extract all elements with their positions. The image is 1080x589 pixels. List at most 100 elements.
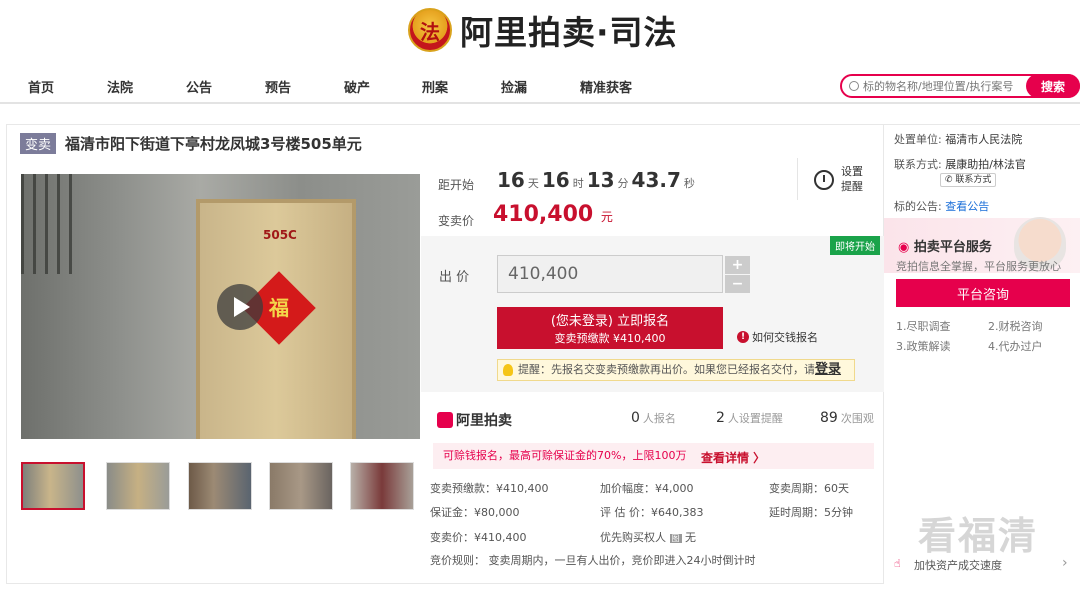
service-subtitle: 竞拍信息全掌握，平台服务更放心 xyxy=(896,260,1061,273)
hours-unit: 时 xyxy=(572,177,584,190)
signup-line1: (您未登录) 立即报名 xyxy=(550,313,670,329)
login-link[interactable]: 登录 xyxy=(815,362,841,377)
increment-info: 加价幅度：¥4,000 xyxy=(600,482,694,495)
service-title: ◉ 拍卖平台服务 xyxy=(898,236,992,255)
view-notice-link[interactable]: 查看公告 xyxy=(945,200,989,213)
alarm-clock-icon xyxy=(814,170,834,190)
site-logo[interactable]: 法 阿里拍卖·司法 xyxy=(408,4,678,56)
reminder-count: 2 人设置提醒 xyxy=(716,410,783,426)
speed-up-banner[interactable]: ☝ 加快资产成交速度 › xyxy=(884,552,1080,578)
valuation-info: 评 估 价：¥640,383 xyxy=(600,506,704,519)
minutes-unit: 分 xyxy=(617,177,629,190)
court-emblem-icon: 法 xyxy=(408,8,452,52)
period-info: 变卖周期：60天 xyxy=(769,482,849,495)
signup-count: 0 人报名 xyxy=(631,410,676,426)
bond-info: 保证金：¥80,000 xyxy=(430,506,520,519)
nav-notice[interactable]: 公告 xyxy=(186,77,212,96)
view-count: 89 次围观 xyxy=(820,410,874,426)
ali-logo-icon xyxy=(437,412,453,428)
countdown-hours: 16 xyxy=(541,168,570,192)
bid-label: 出 价 xyxy=(439,270,470,285)
sale-type-badge: 变卖 xyxy=(20,133,57,154)
nav-criminal[interactable]: 刑案 xyxy=(422,77,448,96)
status-badge: 即将开始 xyxy=(830,236,880,255)
current-price: 410,400 元 xyxy=(493,202,613,227)
thumbnail-4[interactable] xyxy=(269,462,333,510)
countdown-seconds: 43.7 xyxy=(631,168,681,192)
seconds-unit: 秒 xyxy=(683,177,695,190)
service-title-text: 拍卖平台服务 xyxy=(913,240,992,255)
notice-label: 标的公告: xyxy=(894,200,942,213)
view-count-label: 次围观 xyxy=(840,412,874,425)
priority-label: 优先购买权人 xyxy=(600,531,666,544)
search-icon xyxy=(849,81,859,91)
set-reminder-button[interactable]: 设置提醒 xyxy=(797,158,877,200)
how-to-pay-label: 如何交钱报名 xyxy=(752,331,818,344)
bidding-rule: 竞价规则： 变卖周期内，一旦有人出价，竞价即进入24小时倒计时 xyxy=(430,554,756,567)
signup-count-value: 0 xyxy=(631,410,640,426)
view-count-value: 89 xyxy=(820,410,838,426)
thumbnail-3[interactable] xyxy=(188,462,252,510)
listing-title: 福清市阳下街道下亭村龙凤城3号楼505单元 xyxy=(65,135,362,153)
nav-court[interactable]: 法院 xyxy=(107,77,133,96)
reminder-count-label: 人设置提醒 xyxy=(727,412,783,425)
nav-bankruptcy[interactable]: 破产 xyxy=(344,77,370,96)
price-value: 410,400 xyxy=(493,202,594,227)
logo-text: 阿里拍卖·司法 xyxy=(460,13,678,52)
signup-count-label: 人报名 xyxy=(642,412,676,425)
phone-icon: ✆ xyxy=(945,175,953,185)
decrease-bid-button[interactable]: − xyxy=(725,275,750,293)
search-input[interactable] xyxy=(863,79,1018,93)
info-icon: ! xyxy=(737,331,749,343)
thumbnail-5[interactable] xyxy=(350,462,414,510)
contact-name: 展康助拍/林法官 xyxy=(945,158,1026,171)
increase-bid-button[interactable]: + xyxy=(725,256,750,274)
signup-button[interactable]: (您未登录) 立即报名 变卖预缴款 ¥410,400 xyxy=(497,307,723,349)
lightbulb-icon xyxy=(503,364,513,376)
speed-up-text: 加快资产成交速度 xyxy=(914,559,1002,572)
loan-banner: 可赊钱报名，最高可赊保证金的70%，上限100万 xyxy=(433,443,874,469)
window-bars xyxy=(21,174,81,274)
loan-details-link[interactable]: 查看详情 〉 xyxy=(701,449,765,466)
service-item-3[interactable]: 3.政策解读 xyxy=(896,338,951,354)
chevron-right-icon: › xyxy=(1062,555,1068,571)
nav-bargain[interactable]: 捡漏 xyxy=(501,77,527,96)
login-tip: 提醒：先报名交变卖预缴款再出价。如果您已经报名交付，请登录 xyxy=(497,359,855,381)
bid-amount-input[interactable]: 410,400 xyxy=(497,255,723,293)
countdown-timer: 16 天 16 时 13 分 43.7 秒 xyxy=(497,168,698,192)
thumbnail-2[interactable] xyxy=(106,462,170,510)
price-unit: 元 xyxy=(600,210,613,224)
nav-preview[interactable]: 预告 xyxy=(265,77,291,96)
court-name: 福清市人民法院 xyxy=(945,133,1023,146)
days-unit: 天 xyxy=(527,177,539,190)
nav-home[interactable]: 首页 xyxy=(28,77,54,96)
emblem-glyph: 法 xyxy=(420,19,440,44)
contact-row: 联系方式: 展康助拍/林法官 xyxy=(894,156,1026,172)
thumbnail-1[interactable] xyxy=(21,462,85,510)
hand-icon: ☝ xyxy=(894,557,901,570)
main-photo[interactable]: 505C 福 xyxy=(21,174,420,439)
nav-precise[interactable]: 精准获客 xyxy=(580,77,632,96)
priority-value: 无 xyxy=(685,531,696,544)
service-logo-icon: ◉ xyxy=(898,240,910,255)
contact-label: 联系方式: xyxy=(894,158,942,171)
sale-price-info: 变卖价：¥410,400 xyxy=(430,531,527,544)
search-bar: 搜索 xyxy=(840,74,1080,98)
priority-badge: 图 xyxy=(669,534,682,543)
ali-logo-text: 阿里拍卖 xyxy=(456,413,512,429)
search-button[interactable]: 搜索 xyxy=(1026,74,1080,98)
deposit-info: 变卖预缴款：¥410,400 xyxy=(430,482,549,495)
service-item-2[interactable]: 2.财税咨询 xyxy=(988,318,1043,334)
court-label: 处置单位: xyxy=(894,133,942,146)
platform-consult-button[interactable]: 平台咨询 xyxy=(896,279,1070,307)
price-label: 变卖价 xyxy=(438,214,475,228)
contact-phone-button[interactable]: ✆ 联系方式 xyxy=(940,173,997,187)
court-row: 处置单位: 福清市人民法院 xyxy=(894,131,1022,147)
play-video-button[interactable] xyxy=(217,284,263,330)
play-icon xyxy=(234,297,250,317)
service-item-4[interactable]: 4.代办过户 xyxy=(988,338,1043,354)
how-to-pay-link[interactable]: ! 如何交钱报名 xyxy=(737,329,818,345)
service-item-1[interactable]: 1.尽职调查 xyxy=(896,318,951,334)
countdown-days: 16 xyxy=(497,168,525,192)
priority-info: 优先购买权人 图 无 xyxy=(600,529,696,545)
